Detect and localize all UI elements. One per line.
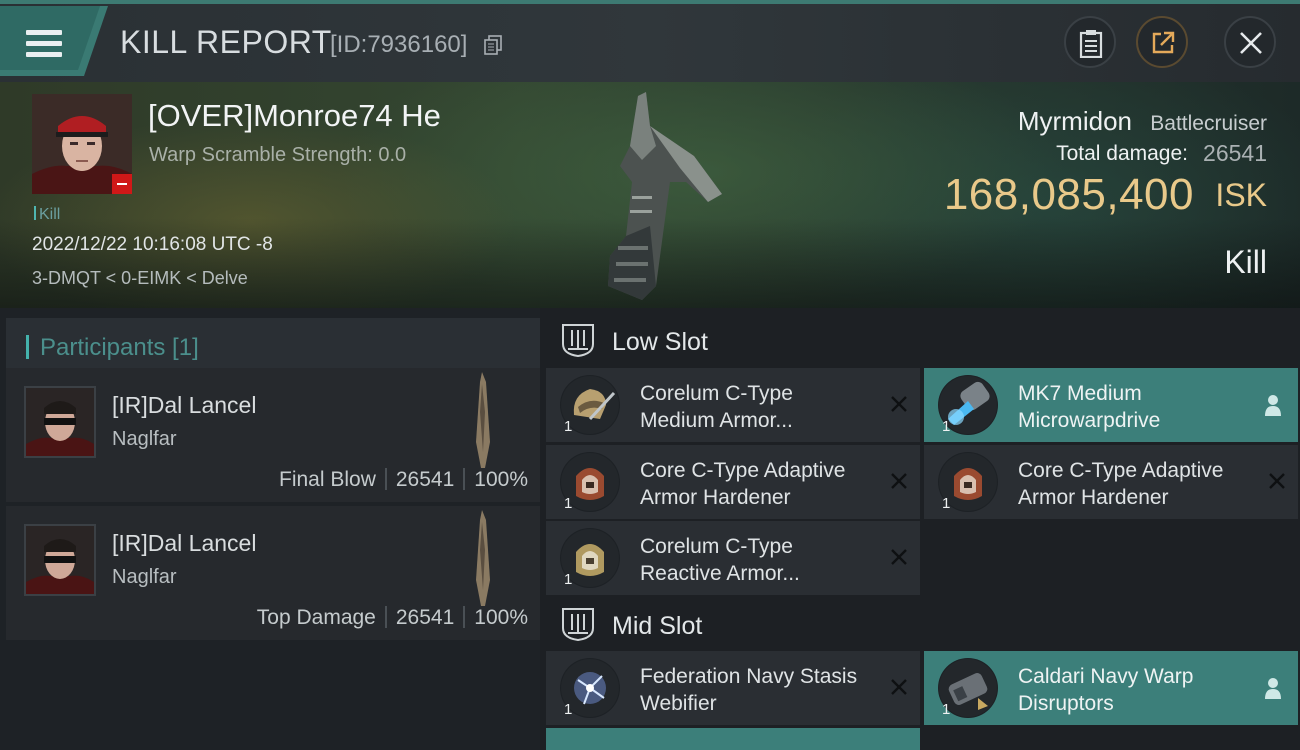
module-quantity: 1	[564, 701, 573, 718]
module-name: Federation Navy Stasis Webifier	[640, 665, 858, 715]
module-quantity: 1	[564, 571, 573, 588]
participant-stats: Final Blow 26541 100%	[279, 468, 528, 492]
x-icon	[891, 679, 907, 695]
clipboard-icon	[1079, 30, 1103, 58]
module-item[interactable]: 1 Core C-Type Adaptive Armor Hardener	[546, 445, 920, 519]
victim-name[interactable]: [OVER]Monroe74 He	[148, 98, 441, 134]
warp-scramble-strength: Warp Scramble Strength: 0.0	[149, 144, 407, 166]
low-slot-title: Low Slot	[612, 328, 708, 356]
module-item[interactable]: 1 Caldari Navy Warp Disruptors	[924, 651, 1298, 725]
kill-location[interactable]: 3-DMQT < 0-EIMK < Delve	[32, 268, 248, 289]
participant-role: Final Blow	[279, 468, 376, 491]
participant-damage: 26541	[395, 468, 455, 491]
participant-card[interactable]: [IR]Dal Lancel Naglfar Top Damage 26541 10…	[6, 506, 540, 640]
isk-unit: ISK	[1215, 177, 1267, 213]
module-quantity: 1	[564, 418, 573, 435]
module-quantity: 1	[942, 418, 951, 435]
module-name: Corelum C-Type Medium Armor...	[640, 382, 793, 432]
total-damage-label: Total damage:	[1056, 142, 1188, 165]
participants-header: Participants [1]	[6, 318, 540, 374]
participant-card[interactable]: [IR]Dal Lancel Naglfar Final Blow 26541 10…	[6, 368, 540, 502]
kill-datetime: 2022/12/22 10:16:08 UTC -8	[32, 234, 273, 255]
module-name: Corelum C-Type Reactive Armor...	[640, 535, 800, 585]
isk-value: 168,085,400	[943, 170, 1194, 219]
mid-slot-header: Mid Slot	[540, 598, 1300, 654]
page-title: KILL REPORT	[120, 24, 332, 60]
module-name: Core C-Type Adaptive Armor Hardener	[640, 459, 846, 509]
victim-ship-class: Battlecruiser	[1150, 112, 1267, 135]
close-icon	[1240, 32, 1262, 54]
x-icon	[1269, 473, 1285, 489]
module-name: MK7 Medium Microwarpdrive	[1018, 382, 1161, 432]
participant-role: Top Damage	[256, 606, 376, 629]
participants-panel: Participants [1] [IR]Dal Lancel Naglfar …	[0, 308, 540, 750]
pilot-icon	[1265, 678, 1281, 699]
fitting-panel: Low Slot 1 Corelum C-Type Medium Armor..…	[540, 308, 1300, 750]
menu-button[interactable]	[0, 6, 108, 76]
low-slot-header: Low Slot	[540, 314, 1300, 370]
hamburger-menu-icon	[26, 30, 62, 58]
victim-ship-image[interactable]	[590, 86, 740, 308]
module-name: Caldari Navy Warp Disruptors	[1018, 665, 1194, 715]
module-quantity: 1	[942, 701, 951, 718]
module-item[interactable]	[546, 728, 920, 750]
participant-name[interactable]: [IR]Dal Lancel	[112, 392, 256, 419]
victim-summary: [OVER]Monroe74 He Warp Scramble Strength…	[0, 82, 1300, 308]
module-item[interactable]: 1 MK7 Medium Microwarpdrive	[924, 368, 1298, 442]
x-icon	[891, 473, 907, 489]
participant-percent: 100%	[474, 606, 528, 629]
participant-avatar[interactable]	[24, 386, 96, 458]
participant-ship-image	[476, 510, 490, 606]
share-icon	[1152, 31, 1175, 54]
header-accent-line	[0, 0, 1300, 4]
module-item[interactable]: 1 Corelum C-Type Medium Armor...	[546, 368, 920, 442]
x-icon	[891, 549, 907, 565]
participant-ship: Naglfar	[112, 566, 177, 588]
participant-ship: Naglfar	[112, 428, 177, 450]
copy-icon[interactable]	[484, 35, 502, 55]
slot-emblem-icon	[562, 324, 594, 358]
module-item[interactable]: 1 Core C-Type Adaptive Armor Hardener	[924, 445, 1298, 519]
victim-status-badge	[112, 174, 132, 194]
participant-percent: 100%	[474, 468, 528, 491]
clipboard-button[interactable]	[1064, 16, 1116, 68]
participants-title: Participants [1]	[40, 334, 199, 361]
participant-stats: Top Damage 26541 100%	[257, 606, 528, 630]
kill-result: Kill	[1224, 244, 1267, 280]
share-button[interactable]	[1136, 16, 1188, 68]
header-bar: KILL REPORT [ID:7936160]	[0, 0, 1300, 82]
mid-slot-title: Mid Slot	[612, 612, 703, 640]
participant-ship-image	[476, 372, 490, 468]
slot-emblem-icon	[562, 608, 594, 642]
module-quantity: 1	[942, 495, 951, 512]
participant-damage: 26541	[395, 606, 455, 629]
victim-avatar[interactable]	[32, 94, 132, 194]
victim-ship-name[interactable]: Myrmidon	[1018, 106, 1132, 137]
close-button[interactable]	[1224, 16, 1276, 68]
x-icon	[891, 396, 907, 412]
module-item[interactable]: 1 Corelum C-Type Reactive Armor...	[546, 521, 920, 595]
participant-avatar[interactable]	[24, 524, 96, 596]
kill-tag: Kill	[34, 206, 60, 224]
module-name: Core C-Type Adaptive Armor Hardener	[1018, 459, 1224, 509]
module-item[interactable]: 1 Federation Navy Stasis Webifier	[546, 651, 920, 725]
pilot-icon	[1265, 395, 1281, 416]
module-quantity: 1	[564, 495, 573, 512]
report-id: [ID:7936160]	[330, 31, 468, 58]
total-damage-value: 26541	[1203, 140, 1267, 166]
participant-name[interactable]: [IR]Dal Lancel	[112, 530, 256, 557]
